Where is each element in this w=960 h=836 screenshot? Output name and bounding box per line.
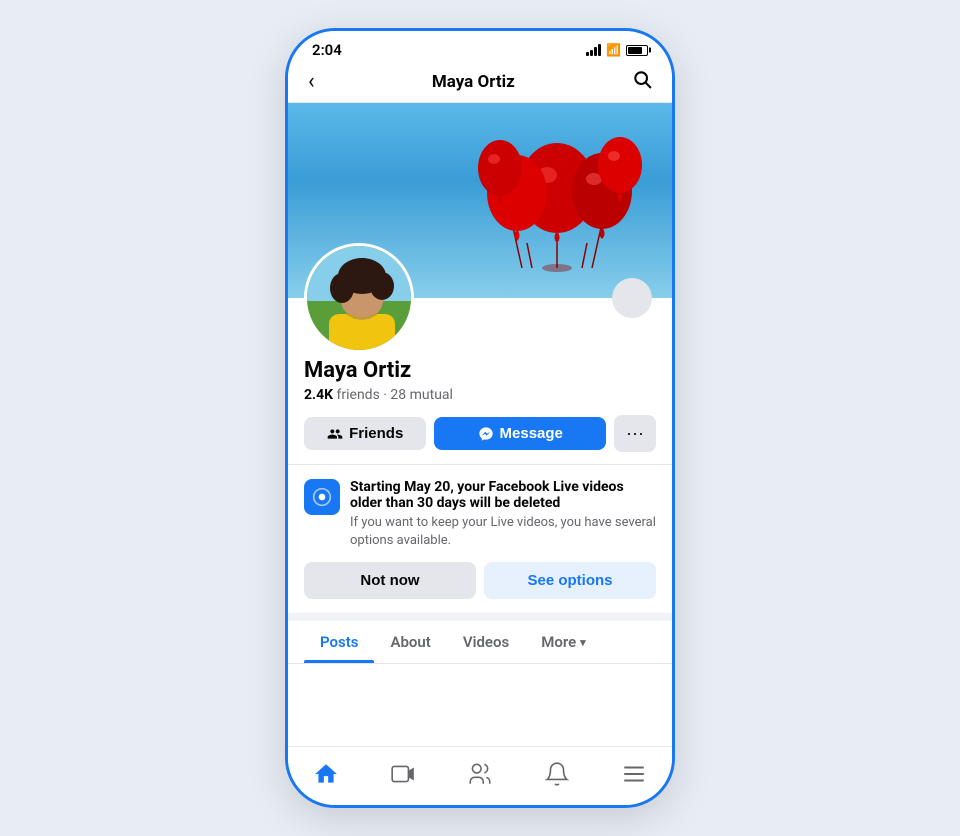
tab-about[interactable]: About xyxy=(374,621,446,663)
notification-card: Starting May 20, your Facebook Live vide… xyxy=(288,465,672,621)
profile-name: Maya Ortiz xyxy=(304,358,656,383)
not-now-button[interactable]: Not now xyxy=(304,562,476,599)
notification-body: If you want to keep your Live videos, yo… xyxy=(350,514,656,550)
battery-icon xyxy=(626,45,648,56)
home-icon xyxy=(313,761,339,787)
tab-posts[interactable]: Posts xyxy=(304,621,374,663)
balloons-image xyxy=(472,113,642,278)
profile-picture[interactable] xyxy=(304,243,414,353)
page-title: Maya Ortiz xyxy=(432,72,515,92)
cover-photo xyxy=(288,103,672,298)
friends-button-label: Friends xyxy=(349,425,403,442)
nav-bar: ‹ Maya Ortiz xyxy=(288,63,672,103)
tab-videos-label: Videos xyxy=(463,633,509,651)
more-options-button[interactable]: ··· xyxy=(614,415,656,452)
see-options-button[interactable]: See options xyxy=(484,562,656,599)
bottom-nav-menu[interactable] xyxy=(605,757,663,791)
tab-posts-label: Posts xyxy=(320,633,358,651)
more-dots-icon: ··· xyxy=(626,423,644,444)
profile-tabs: Posts About Videos More ▾ xyxy=(288,621,672,664)
friends-count: 2.4K xyxy=(304,387,333,403)
live-video-icon xyxy=(304,479,340,515)
profile-meta: 2.4K friends · 28 mutual xyxy=(304,387,656,403)
message-button[interactable]: Message xyxy=(434,417,606,450)
friends-button[interactable]: Friends xyxy=(304,417,426,450)
tab-more-label: More xyxy=(541,633,576,651)
back-button[interactable]: ‹ xyxy=(308,69,315,94)
tab-more[interactable]: More ▾ xyxy=(525,621,601,663)
menu-icon xyxy=(621,761,647,787)
notification-content: Starting May 20, your Facebook Live vide… xyxy=(304,479,656,550)
video-icon xyxy=(390,761,416,787)
bottom-nav-home[interactable] xyxy=(297,757,355,791)
bell-icon xyxy=(544,761,570,787)
message-button-label: Message xyxy=(500,425,563,442)
chevron-down-icon: ▾ xyxy=(580,636,586,649)
status-icons: 📶 xyxy=(586,43,648,57)
wifi-icon: 📶 xyxy=(606,43,621,57)
search-button[interactable] xyxy=(632,69,652,94)
bottom-nav-people[interactable] xyxy=(451,757,509,791)
signal-icon xyxy=(586,44,601,56)
notification-text: Starting May 20, your Facebook Live vide… xyxy=(350,479,656,550)
notification-title: Starting May 20, your Facebook Live vide… xyxy=(350,479,656,511)
notification-actions: Not now See options xyxy=(304,562,656,599)
tab-about-label: About xyxy=(390,633,430,651)
people-icon xyxy=(467,761,493,787)
bottom-nav-video[interactable] xyxy=(374,757,432,791)
bottom-navigation xyxy=(288,746,672,805)
messenger-icon xyxy=(478,426,494,442)
tab-videos[interactable]: Videos xyxy=(447,621,525,663)
friends-label-meta: friends · 28 mutual xyxy=(337,387,453,403)
phone-frame: 2:04 📶 ‹ Maya Ortiz xyxy=(285,28,675,808)
status-time: 2:04 xyxy=(312,41,342,59)
action-buttons: Friends Message ··· xyxy=(304,415,656,452)
status-bar: 2:04 📶 xyxy=(288,31,672,63)
bottom-nav-bell[interactable] xyxy=(528,757,586,791)
add-photo-button[interactable] xyxy=(612,278,652,318)
friends-icon xyxy=(327,426,343,442)
